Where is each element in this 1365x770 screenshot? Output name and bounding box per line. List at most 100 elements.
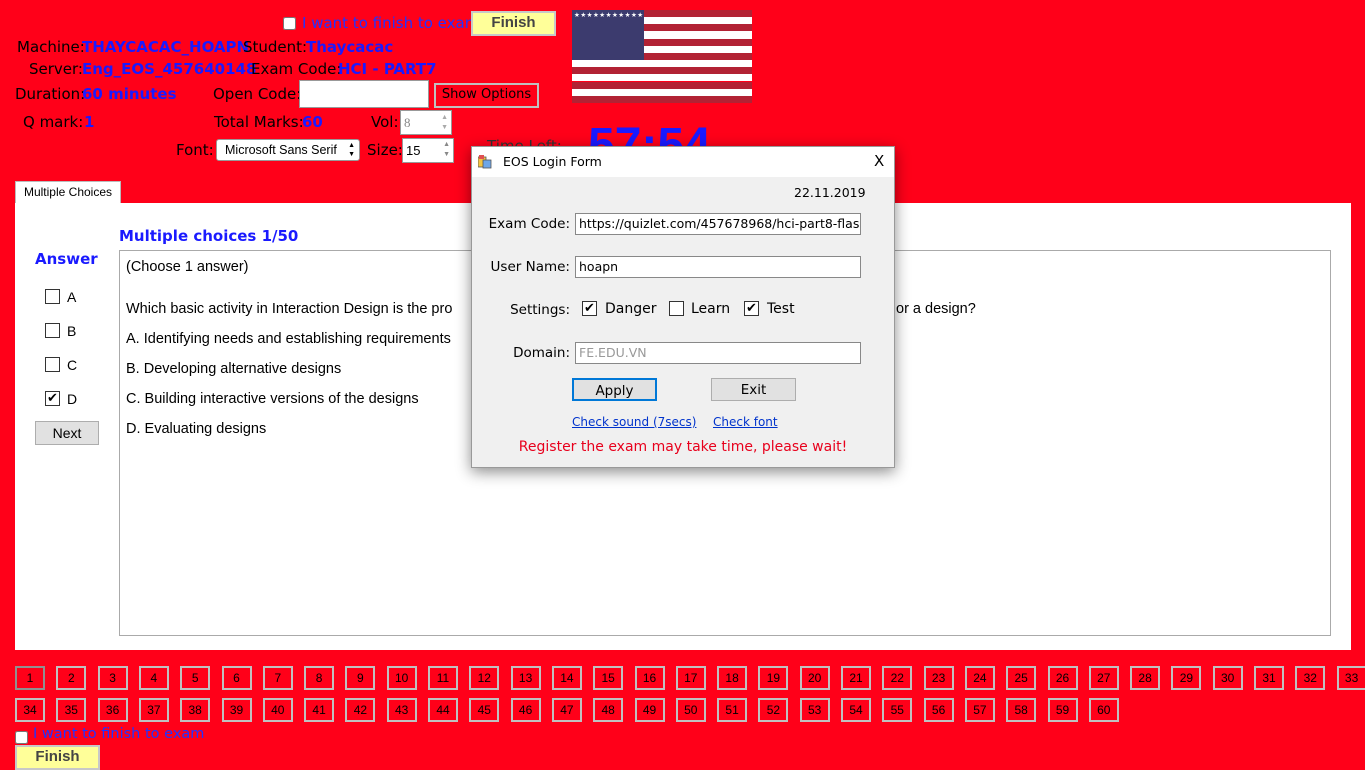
open-code-input[interactable] [299, 80, 429, 108]
finish-button[interactable]: Finish [471, 11, 556, 36]
danger-checkbox[interactable]: ✔ [582, 301, 597, 316]
spinner-arrows-icon[interactable]: ▲ ▼ [441, 112, 448, 132]
page-button-17[interactable]: 17 [675, 666, 706, 690]
page-button-6[interactable]: 6 [221, 666, 252, 690]
page-button-55[interactable]: 55 [882, 698, 913, 722]
finish-exam-checkbox[interactable] [283, 17, 296, 30]
page-button-22[interactable]: 22 [882, 666, 913, 690]
answer-d-checkbox[interactable]: ✔ [45, 391, 60, 406]
page-button-30[interactable]: 30 [1212, 666, 1243, 690]
font-select[interactable]: Microsoft Sans Serif ▲ ▼ [216, 139, 360, 161]
page-button-56[interactable]: 56 [923, 698, 954, 722]
page-button-25[interactable]: 25 [1006, 666, 1037, 690]
page-button-41[interactable]: 41 [304, 698, 335, 722]
page-button-57[interactable]: 57 [964, 698, 995, 722]
page-button-37[interactable]: 37 [138, 698, 169, 722]
page-button-20[interactable]: 20 [799, 666, 830, 690]
learn-label: Learn [691, 301, 731, 317]
student-label: Student: [243, 38, 308, 56]
page-button-15[interactable]: 15 [593, 666, 624, 690]
dialog-user-name-input[interactable]: hoapn [575, 256, 861, 278]
dialog-user-name-label: User Name: [490, 259, 570, 275]
danger-label: Danger [605, 301, 657, 317]
page-button-8[interactable]: 8 [304, 666, 335, 690]
page-button-46[interactable]: 46 [510, 698, 541, 722]
page-button-29[interactable]: 29 [1171, 666, 1202, 690]
size-spinner[interactable]: 15 ▲ ▼ [402, 138, 454, 163]
show-options-button[interactable]: Show Options [434, 83, 539, 108]
page-button-12[interactable]: 12 [469, 666, 500, 690]
page-button-38[interactable]: 38 [180, 698, 211, 722]
page-button-28[interactable]: 28 [1130, 666, 1161, 690]
page-button-21[interactable]: 21 [841, 666, 871, 690]
spinner-arrows-icon[interactable]: ▲ ▼ [443, 140, 450, 160]
page-button-10[interactable]: 10 [386, 666, 417, 690]
dialog-date: 22.11.2019 [794, 185, 866, 200]
dialog-exam-code-input[interactable]: https://quizlet.com/457678968/hci-part8-… [575, 213, 861, 235]
check-sound-link[interactable]: Check sound (7secs) [572, 415, 696, 429]
page-button-26[interactable]: 26 [1047, 666, 1078, 690]
page-button-2[interactable]: 2 [56, 666, 87, 690]
dialog-title: EOS Login Form [503, 154, 602, 169]
page-button-9[interactable]: 9 [345, 666, 376, 690]
page-button-58[interactable]: 58 [1006, 698, 1037, 722]
page-button-40[interactable]: 40 [262, 698, 293, 722]
page-button-53[interactable]: 53 [799, 698, 830, 722]
vol-spinner[interactable]: 8 ▲ ▼ [400, 110, 452, 135]
tab-multiple-choices[interactable]: Multiple Choices [15, 181, 121, 204]
next-button[interactable]: Next [35, 421, 99, 445]
page-button-50[interactable]: 50 [675, 698, 706, 722]
checkmark-icon: ✔ [746, 301, 757, 316]
page-button-54[interactable]: 54 [841, 698, 871, 722]
exit-button[interactable]: Exit [711, 378, 796, 401]
open-code-label: Open Code: [213, 85, 302, 103]
page-button-47[interactable]: 47 [551, 698, 582, 722]
page-button-35[interactable]: 35 [56, 698, 87, 722]
page-button-59[interactable]: 59 [1047, 698, 1078, 722]
footer-finish-button[interactable]: Finish [15, 745, 100, 770]
footer-finish-exam-checkbox[interactable] [15, 731, 28, 744]
page-button-3[interactable]: 3 [97, 666, 128, 690]
page-button-19[interactable]: 19 [758, 666, 789, 690]
page-button-32[interactable]: 32 [1295, 666, 1326, 690]
check-font-link[interactable]: Check font [713, 415, 778, 429]
page-button-23[interactable]: 23 [923, 666, 954, 690]
page-button-4[interactable]: 4 [138, 666, 169, 690]
page-button-14[interactable]: 14 [551, 666, 582, 690]
page-button-44[interactable]: 44 [428, 698, 458, 722]
page-button-27[interactable]: 27 [1088, 666, 1119, 690]
answer-c-checkbox[interactable] [45, 357, 60, 372]
test-checkbox[interactable]: ✔ [744, 301, 759, 316]
dialog-domain-label: Domain: [513, 345, 570, 361]
close-icon[interactable]: X [874, 152, 884, 170]
answer-a-label: A [67, 289, 77, 305]
page-button-48[interactable]: 48 [593, 698, 624, 722]
page-button-7[interactable]: 7 [262, 666, 293, 690]
answer-b-checkbox[interactable] [45, 323, 60, 338]
dialog-domain-input[interactable]: FE.EDU.VN [575, 342, 861, 364]
page-button-16[interactable]: 16 [634, 666, 665, 690]
page-button-49[interactable]: 49 [634, 698, 665, 722]
apply-button[interactable]: Apply [572, 378, 657, 401]
page-button-33[interactable]: 33 [1336, 666, 1365, 690]
page-button-36[interactable]: 36 [97, 698, 128, 722]
page-button-1[interactable]: 1 [15, 666, 45, 690]
answer-a-checkbox[interactable] [45, 289, 60, 304]
page-button-31[interactable]: 31 [1254, 666, 1284, 690]
page-button-13[interactable]: 13 [510, 666, 541, 690]
page-button-52[interactable]: 52 [758, 698, 789, 722]
page-button-24[interactable]: 24 [964, 666, 995, 690]
page-button-51[interactable]: 51 [717, 698, 748, 722]
learn-checkbox[interactable] [669, 301, 684, 316]
page-button-18[interactable]: 18 [717, 666, 748, 690]
page-button-43[interactable]: 43 [386, 698, 417, 722]
page-button-5[interactable]: 5 [180, 666, 211, 690]
checkmark-icon: ✔ [584, 301, 595, 316]
page-button-60[interactable]: 60 [1088, 698, 1119, 722]
answer-b-label: B [67, 323, 77, 339]
page-button-11[interactable]: 11 [428, 666, 458, 690]
page-button-34[interactable]: 34 [15, 698, 45, 722]
page-button-39[interactable]: 39 [221, 698, 252, 722]
page-button-42[interactable]: 42 [345, 698, 376, 722]
page-button-45[interactable]: 45 [469, 698, 500, 722]
